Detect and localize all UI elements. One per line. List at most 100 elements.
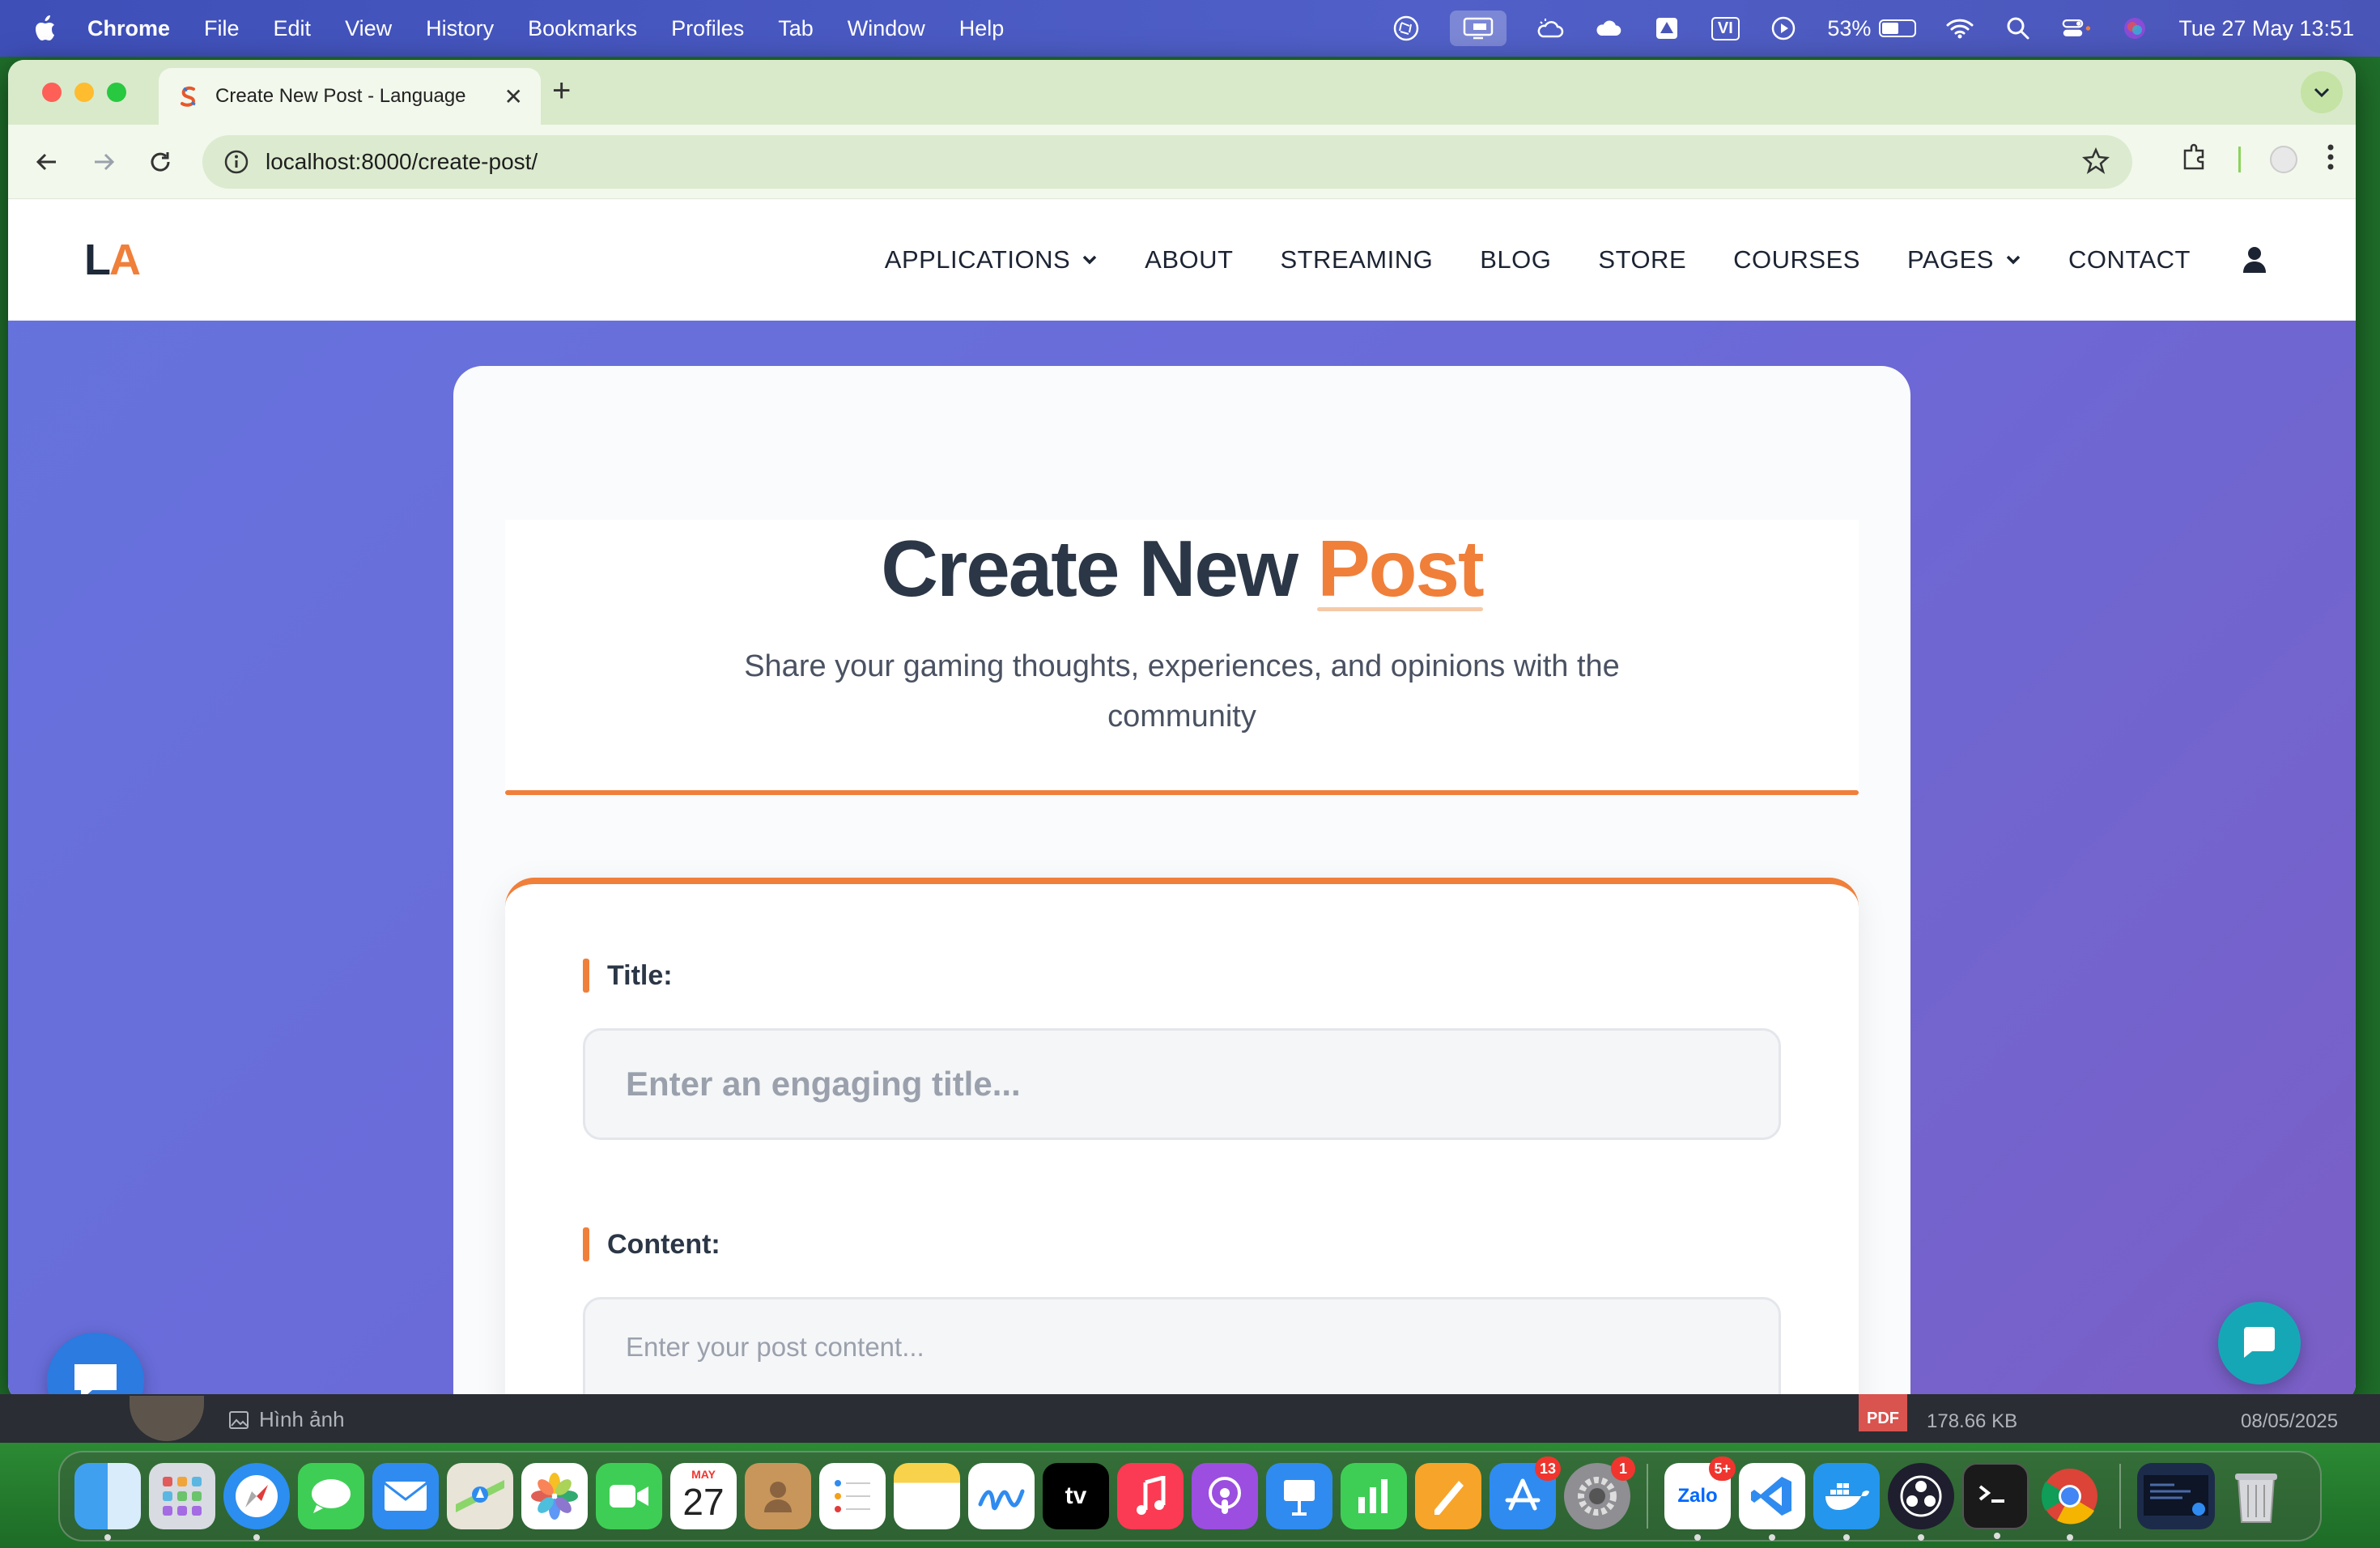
apple-tv-icon[interactable]: tv (1043, 1463, 1109, 1529)
menubar-clock[interactable]: Tue 27 May 13:51 (2178, 16, 2354, 41)
chrome-menu-icon[interactable] (2327, 143, 2335, 175)
profile-avatar[interactable] (2270, 145, 2297, 173)
screen-share-icon[interactable] (1450, 11, 1507, 46)
freeform-icon[interactable] (968, 1463, 1035, 1529)
forward-button[interactable] (86, 144, 121, 180)
keynote-icon[interactable] (1266, 1463, 1332, 1529)
photos-icon[interactable] (521, 1463, 588, 1529)
nav-streaming[interactable]: STREAMING (1280, 245, 1433, 274)
content-textarea[interactable] (583, 1297, 1781, 1401)
music-icon[interactable] (1117, 1463, 1184, 1529)
recent-window-thumbnail[interactable] (2137, 1463, 2215, 1529)
new-tab-button[interactable]: + (552, 73, 571, 109)
back-button[interactable] (29, 144, 65, 180)
extensions-puzzle-icon[interactable] (2180, 142, 2209, 176)
page-title: Create New Post (881, 524, 1484, 613)
nav-blog[interactable]: BLOG (1480, 245, 1551, 274)
apple-icon[interactable] (31, 15, 58, 42)
play-circle-icon[interactable] (1769, 14, 1798, 43)
siri-icon[interactable] (2120, 14, 2149, 43)
battery-icon (1879, 19, 1917, 37)
tab-search-button[interactable] (2301, 71, 2343, 113)
hero-divider (505, 790, 1859, 795)
trash-icon[interactable] (2223, 1463, 2289, 1529)
menu-bookmarks[interactable]: Bookmarks (528, 16, 637, 41)
close-window-button[interactable] (42, 83, 62, 102)
finder-icon[interactable] (74, 1463, 141, 1541)
tab-create-post[interactable]: Create New Post - Language ✕ (159, 68, 541, 125)
nav-contact[interactable]: CONTACT (2068, 245, 2191, 274)
mail-icon[interactable] (372, 1463, 439, 1529)
weather-icon[interactable] (1536, 14, 1565, 43)
file-size: 178.66 KB (1927, 1410, 2018, 1432)
reminders-icon[interactable] (819, 1463, 886, 1529)
pages-icon[interactable] (1415, 1463, 1481, 1529)
maps-icon[interactable] (447, 1463, 513, 1529)
toolbar-separator (2238, 146, 2241, 172)
maximize-window-button[interactable] (107, 83, 126, 102)
nav-about[interactable]: ABOUT (1145, 245, 1233, 274)
chevron-down-icon (1082, 255, 1097, 265)
input-source-icon[interactable]: VI (1711, 14, 1740, 43)
vscode-icon[interactable] (1739, 1463, 1805, 1541)
menu-view[interactable]: View (345, 16, 392, 41)
safari-icon[interactable] (223, 1463, 290, 1541)
menu-app-name[interactable]: Chrome (87, 16, 170, 41)
chrome-icon[interactable] (2037, 1463, 2103, 1541)
cloud-icon[interactable] (1594, 14, 1623, 43)
contacts-icon[interactable] (745, 1463, 811, 1529)
support-chat-button[interactable] (2218, 1302, 2301, 1384)
aperture-icon[interactable] (1392, 14, 1421, 43)
menu-file[interactable]: File (204, 16, 240, 41)
numbers-icon[interactable] (1341, 1463, 1407, 1529)
chevron-down-icon (2006, 255, 2021, 265)
menu-tab[interactable]: Tab (778, 16, 814, 41)
notes-icon[interactable] (894, 1463, 960, 1529)
address-bar[interactable]: localhost:8000/create-post/ (202, 135, 2132, 189)
launchpad-icon[interactable] (149, 1463, 215, 1529)
page-hero: Create New Post Share your gaming though… (505, 520, 1859, 795)
nav-courses[interactable]: COURSES (1733, 245, 1860, 274)
tab-strip: Create New Post - Language ✕ + (8, 60, 2356, 125)
menu-help[interactable]: Help (959, 16, 1005, 41)
user-account-icon[interactable] (2242, 246, 2267, 274)
spotlight-search-icon[interactable] (2004, 14, 2033, 43)
terminal-icon[interactable] (1962, 1463, 2029, 1539)
control-center-icon[interactable] (2062, 14, 2091, 43)
macos-dock: MAY 27 tv 13 1 Zalo 5+ (58, 1451, 2322, 1542)
system-settings-icon[interactable]: 1 (1564, 1457, 1635, 1529)
battery-status[interactable]: 53% (1827, 16, 1917, 41)
web-page: LA APPLICATIONS ABOUT STREAMING BLOG STO… (8, 199, 2356, 1401)
bookmark-star-icon[interactable] (2082, 147, 2110, 179)
menu-window[interactable]: Window (848, 16, 925, 41)
minimize-window-button[interactable] (74, 83, 94, 102)
nav-applications[interactable]: APPLICATIONS (885, 245, 1098, 274)
site-info-icon[interactable] (222, 147, 251, 176)
zalo-icon[interactable]: Zalo 5+ (1664, 1457, 1736, 1541)
file-date: 08/05/2025 (2241, 1410, 2339, 1432)
podcasts-icon[interactable] (1192, 1463, 1258, 1529)
site-logo[interactable]: LA (84, 235, 141, 285)
wifi-icon[interactable] (1945, 14, 1974, 43)
title-label: Title: (583, 959, 673, 993)
menu-history[interactable]: History (426, 16, 494, 41)
reload-button[interactable] (142, 144, 178, 180)
obs-icon[interactable] (1888, 1463, 1954, 1541)
messenger-chat-button[interactable] (47, 1333, 144, 1401)
facetime-icon[interactable] (596, 1463, 662, 1529)
nav-pages[interactable]: PAGES (1907, 245, 2021, 274)
url-text[interactable]: localhost:8000/create-post/ (266, 149, 538, 175)
drive-icon[interactable] (1652, 14, 1681, 43)
settings-badge: 1 (1611, 1457, 1635, 1481)
close-tab-icon[interactable]: ✕ (504, 83, 523, 110)
chat-avatar (130, 1396, 204, 1441)
title-input[interactable] (583, 1028, 1781, 1140)
menu-edit[interactable]: Edit (274, 16, 312, 41)
calendar-icon[interactable]: MAY 27 (670, 1463, 737, 1529)
nav-store[interactable]: STORE (1598, 245, 1686, 274)
background-app-strip: Hình ảnh PDF 178.66 KB 08/05/2025 (0, 1394, 2380, 1443)
messages-icon[interactable] (298, 1463, 364, 1529)
menu-profiles[interactable]: Profiles (671, 16, 744, 41)
docker-icon[interactable] (1813, 1463, 1880, 1541)
app-store-icon[interactable]: 13 (1490, 1457, 1561, 1529)
